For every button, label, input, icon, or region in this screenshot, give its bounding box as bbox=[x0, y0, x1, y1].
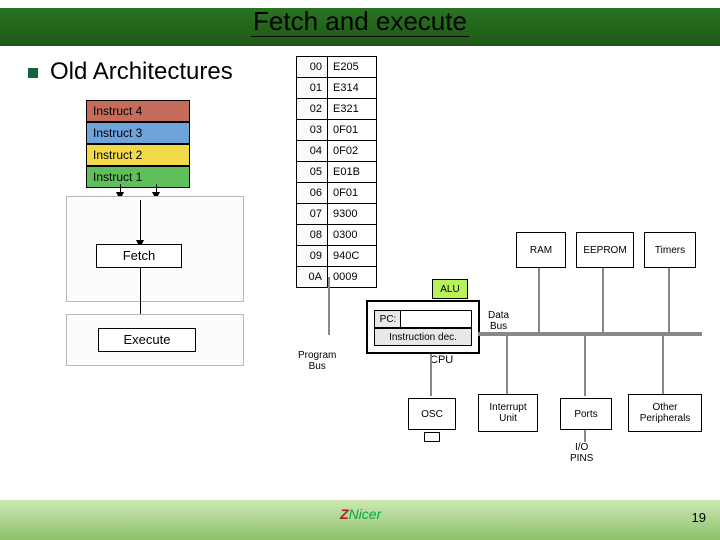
bus-line bbox=[668, 268, 670, 332]
instruction-4: Instruct 4 bbox=[86, 100, 190, 122]
bullet-icon bbox=[28, 68, 38, 78]
memory-value: E314 bbox=[328, 78, 377, 99]
memory-addr: 09 bbox=[297, 246, 328, 267]
memory-addr: 03 bbox=[297, 120, 328, 141]
ram-block: RAM bbox=[516, 232, 566, 268]
timers-block: Timers bbox=[644, 232, 696, 268]
memory-row: 02E321 bbox=[297, 99, 377, 120]
fetch-label: Fetch bbox=[96, 244, 182, 268]
memory-value: 0F01 bbox=[328, 120, 377, 141]
alu-block: ALU bbox=[432, 279, 468, 299]
bus-line bbox=[602, 268, 604, 332]
osc-block: OSC bbox=[408, 398, 456, 430]
crystal-icon bbox=[424, 432, 440, 442]
bus-line bbox=[538, 268, 540, 332]
ports-block: Ports bbox=[560, 398, 612, 430]
bus-line bbox=[430, 354, 432, 396]
program-memory-table: 00E20501E31402E321030F01040F0205E01B060F… bbox=[296, 56, 377, 288]
memory-row: 00E205 bbox=[297, 57, 377, 78]
memory-row: 040F02 bbox=[297, 141, 377, 162]
memory-addr: 02 bbox=[297, 99, 328, 120]
memory-value: 0300 bbox=[328, 225, 377, 246]
io-pins-label: I/O PINS bbox=[570, 442, 593, 464]
section-heading: Old Architectures bbox=[50, 58, 233, 86]
memory-value: E321 bbox=[328, 99, 377, 120]
cpu-outline bbox=[366, 300, 480, 354]
memory-row: 09940C bbox=[297, 246, 377, 267]
memory-row: 079300 bbox=[297, 204, 377, 225]
arrow-line bbox=[140, 200, 141, 242]
bus-line bbox=[328, 277, 330, 335]
memory-addr: 04 bbox=[297, 141, 328, 162]
memory-value: E01B bbox=[328, 162, 377, 183]
memory-addr: 00 bbox=[297, 57, 328, 78]
memory-addr: 07 bbox=[297, 204, 328, 225]
instruction-2: Instruct 2 bbox=[86, 144, 190, 166]
memory-addr: 08 bbox=[297, 225, 328, 246]
memory-value: 0009 bbox=[328, 267, 377, 288]
memory-row: 01E314 bbox=[297, 78, 377, 99]
memory-addr: 06 bbox=[297, 183, 328, 204]
page-number: 19 bbox=[692, 510, 706, 525]
memory-row: 080300 bbox=[297, 225, 377, 246]
memory-value: 0F01 bbox=[328, 183, 377, 204]
memory-row: 05E01B bbox=[297, 162, 377, 183]
interrupt-block: Interrupt Unit bbox=[478, 394, 538, 432]
data-bus-label: Data Bus bbox=[488, 310, 509, 332]
bus-line bbox=[506, 336, 508, 394]
data-bus-line bbox=[478, 332, 702, 336]
footer-logo: ZNicer bbox=[340, 506, 381, 522]
memory-row: 060F01 bbox=[297, 183, 377, 204]
slide-title: Fetch and execute bbox=[0, 6, 720, 44]
program-bus-label: Program Bus bbox=[298, 350, 336, 372]
instruction-3: Instruct 3 bbox=[86, 122, 190, 144]
other-peripherals-block: Other Peripherals bbox=[628, 394, 702, 432]
memory-value: 940C bbox=[328, 246, 377, 267]
instruction-1: Instruct 1 bbox=[86, 166, 190, 188]
cpu-label: CPU bbox=[430, 354, 453, 366]
memory-value: 0F02 bbox=[328, 141, 377, 162]
memory-addr: 0A bbox=[297, 267, 328, 288]
memory-row: 0A0009 bbox=[297, 267, 377, 288]
memory-addr: 05 bbox=[297, 162, 328, 183]
bus-line bbox=[662, 336, 664, 394]
memory-row: 030F01 bbox=[297, 120, 377, 141]
memory-addr: 01 bbox=[297, 78, 328, 99]
execute-label: Execute bbox=[98, 328, 196, 352]
memory-value: 9300 bbox=[328, 204, 377, 225]
eeprom-block: EEPROM bbox=[576, 232, 634, 268]
memory-value: E205 bbox=[328, 57, 377, 78]
bus-line bbox=[584, 430, 586, 442]
bus-line bbox=[584, 336, 586, 396]
